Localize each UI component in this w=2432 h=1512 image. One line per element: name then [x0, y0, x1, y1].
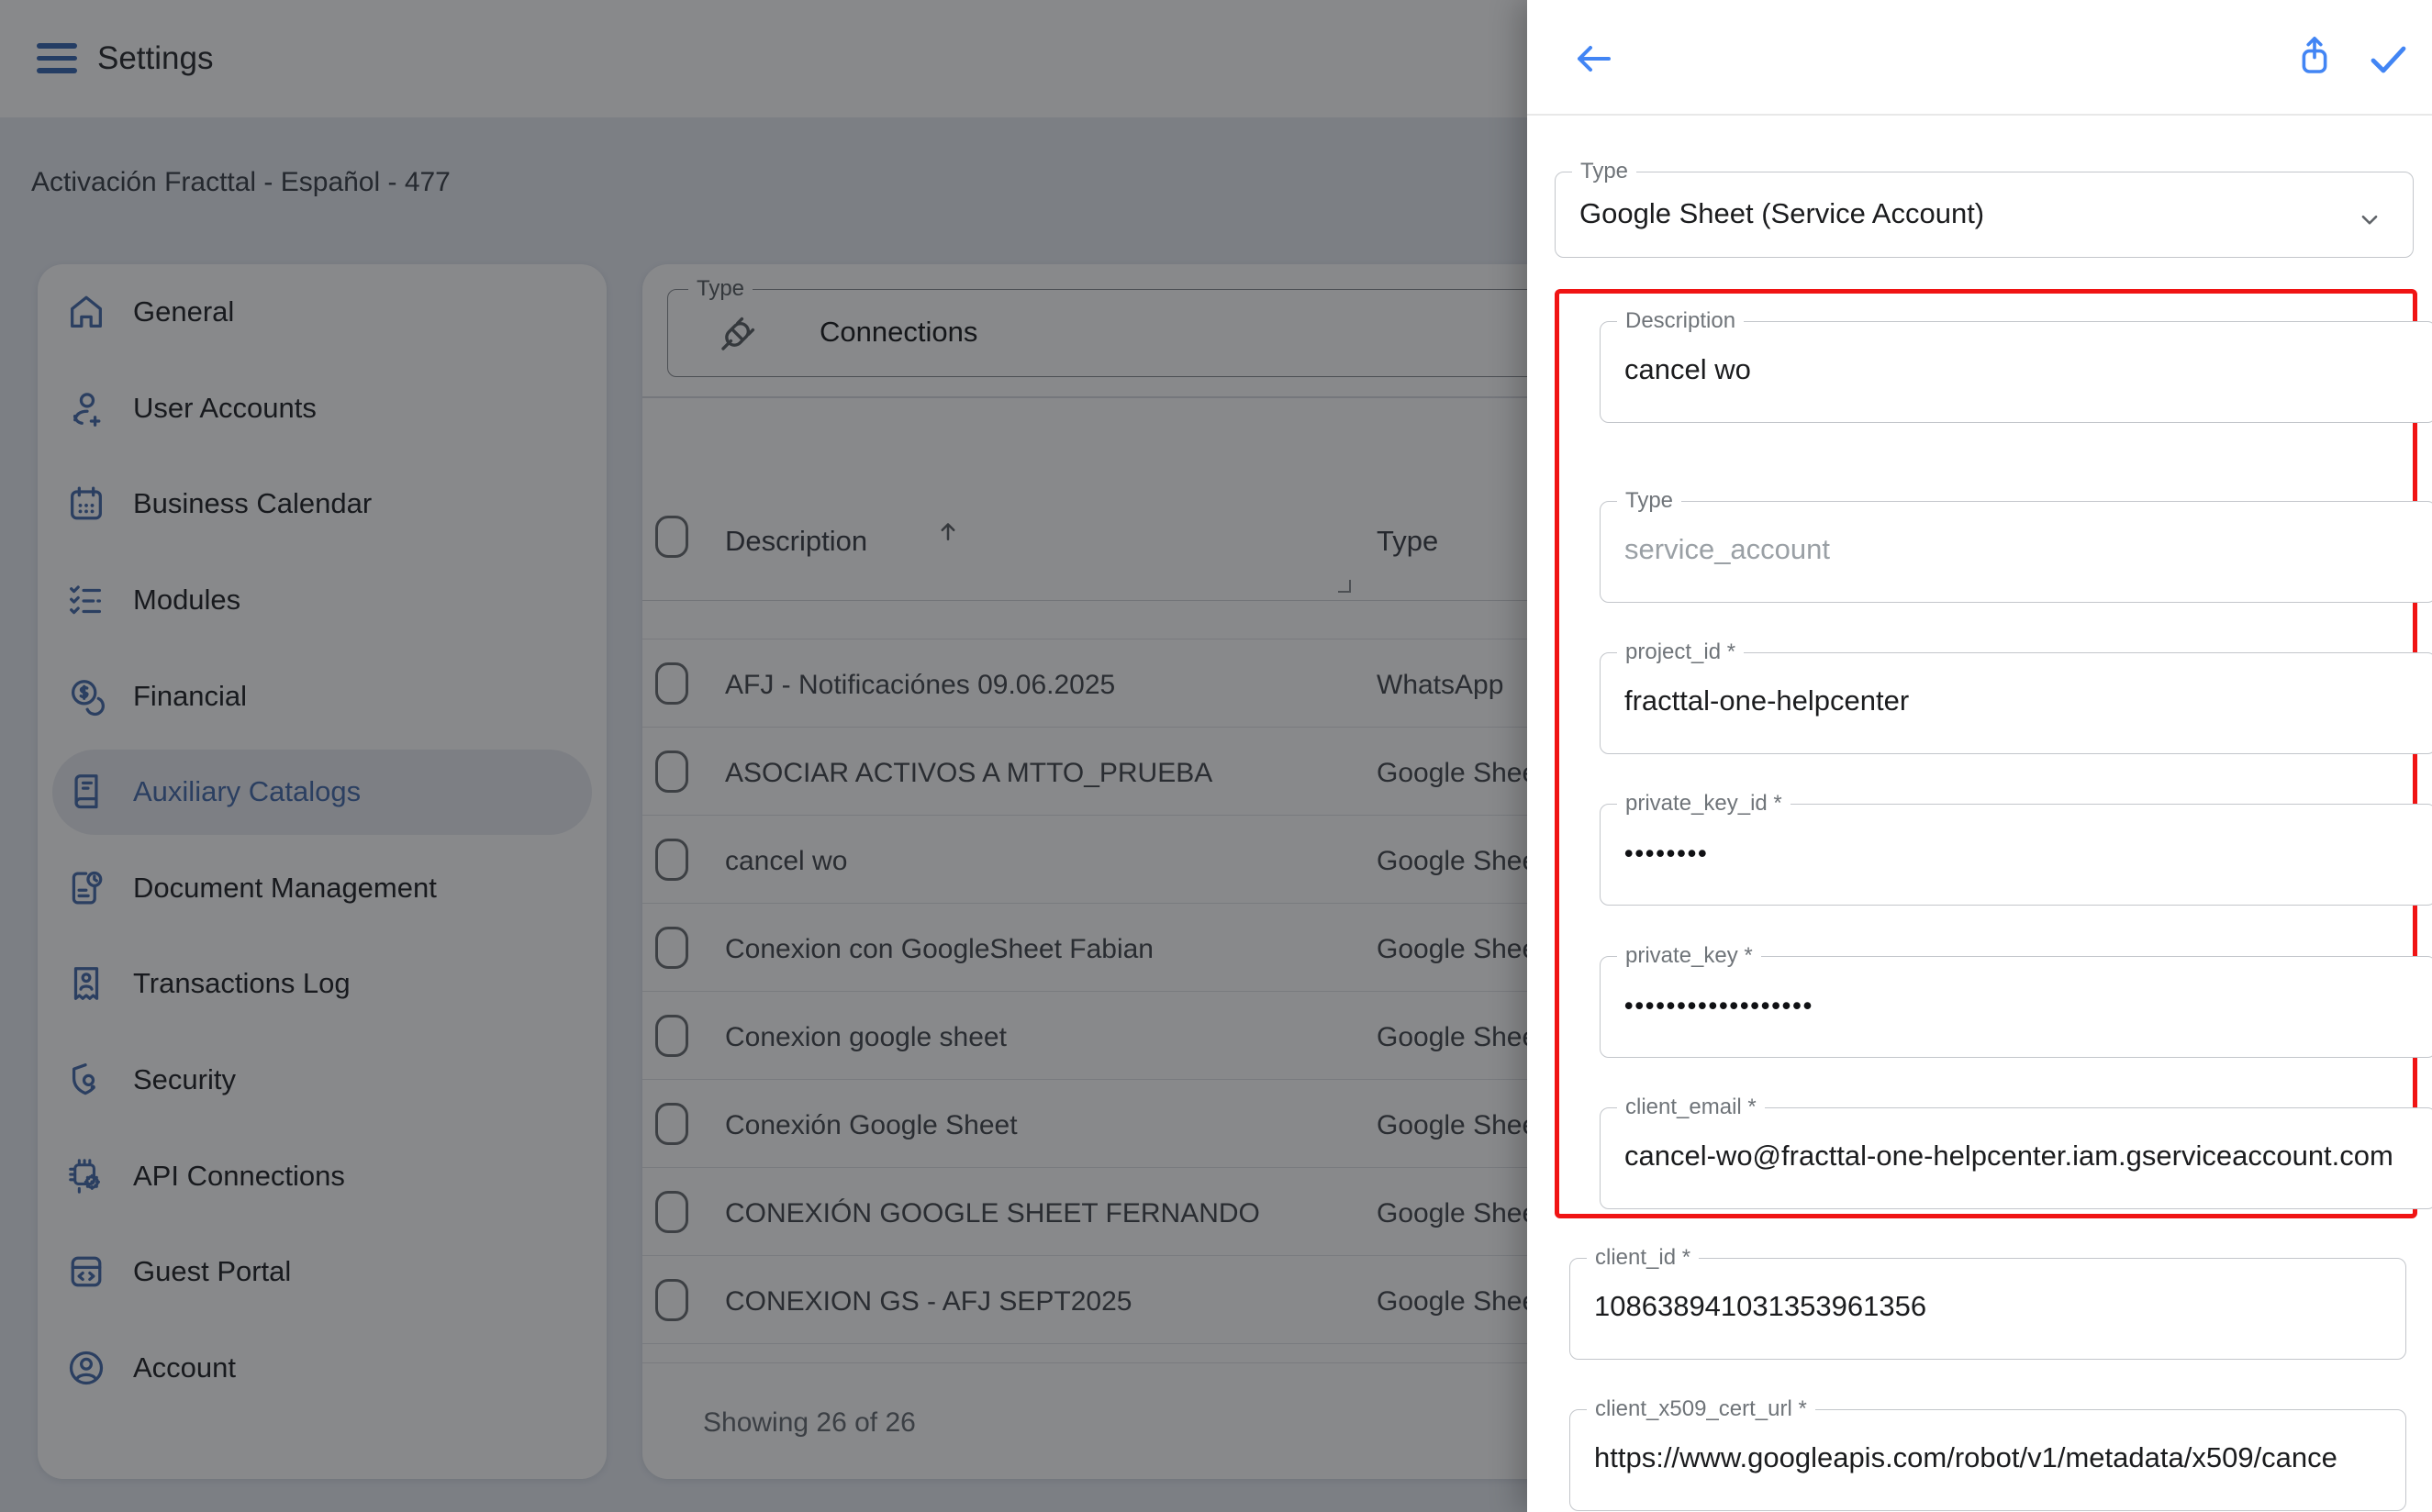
field-value: cancel-wo@fracttal-one-helpcenter.iam.gs… — [1624, 1140, 2414, 1173]
field-label: Type — [1617, 488, 1681, 514]
connection-type-select[interactable]: Type Google Sheet (Service Account) — [1555, 172, 2414, 258]
field-label: private_key_id * — [1617, 791, 1791, 817]
field-value: •••••••• — [1624, 839, 2414, 868]
field-label: client_x509_cert_url * — [1587, 1396, 1815, 1422]
field-value: service_account — [1624, 533, 2414, 566]
client-email-field[interactable]: client_email * cancel-wo@fracttal-one-he… — [1600, 1107, 2432, 1209]
back-icon[interactable] — [1571, 37, 1615, 81]
save-check-icon[interactable] — [2366, 37, 2410, 81]
client-id-field[interactable]: client_id * 108638941031353961356 — [1569, 1258, 2406, 1360]
private-key-id-field[interactable]: private_key_id * •••••••• — [1600, 804, 2432, 906]
project-id-field[interactable]: project_id * fracttal-one-helpcenter — [1600, 652, 2432, 754]
field-label: private_key * — [1617, 943, 1761, 969]
client-x509-cert-url-field[interactable]: client_x509_cert_url * https://www.googl… — [1569, 1409, 2406, 1511]
type-field[interactable]: Type service_account — [1600, 501, 2432, 603]
field-label: client_email * — [1617, 1095, 1765, 1120]
field-value: https://www.googleapis.com/robot/v1/meta… — [1594, 1441, 2383, 1474]
field-value: cancel wo — [1624, 353, 2414, 386]
highlight-rectangle: Description cancel wo Type service_accou… — [1555, 289, 2417, 1218]
drawer-toolbar — [1527, 0, 2432, 116]
field-value: 108638941031353961356 — [1594, 1290, 2383, 1323]
modal-scrim[interactable] — [0, 0, 1527, 1512]
private-key-field[interactable]: private_key * •••••••••••••••••• — [1600, 956, 2432, 1058]
field-value: •••••••••••••••••• — [1624, 992, 2414, 1020]
connection-detail-drawer: Type Google Sheet (Service Account) Desc… — [1527, 0, 2432, 1512]
chevron-down-icon — [2354, 204, 2385, 235]
field-label: project_id * — [1617, 639, 1744, 665]
field-label: Description — [1617, 308, 1744, 334]
share-icon[interactable] — [2293, 34, 2337, 78]
connection-type-value: Google Sheet (Service Account) — [1579, 197, 2391, 230]
field-label: Type — [1572, 159, 1636, 184]
field-label: client_id * — [1587, 1245, 1699, 1271]
description-field[interactable]: Description cancel wo — [1600, 321, 2432, 423]
field-value: fracttal-one-helpcenter — [1624, 684, 2414, 717]
